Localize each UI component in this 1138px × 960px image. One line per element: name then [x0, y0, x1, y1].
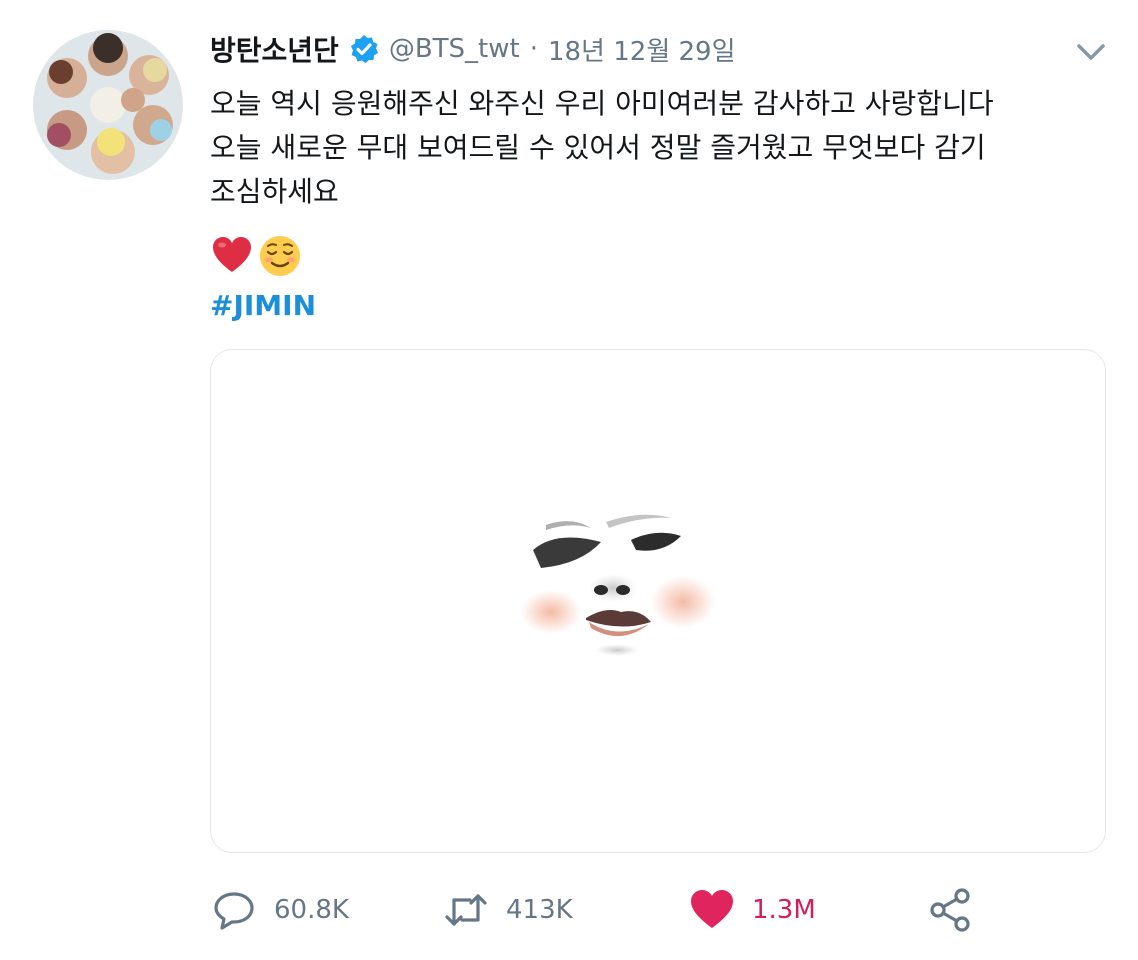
tweet-text-line: 오늘 역시 응원해주신 와주신 우리 아미여러분 감사하고 사랑합니다: [210, 87, 994, 120]
reply-button[interactable]: 60.8K: [210, 880, 349, 940]
profile-avatar[interactable]: [33, 30, 183, 180]
relieved-face-emoji: [260, 236, 300, 276]
face-drawing: [521, 514, 715, 656]
reply-icon: [214, 892, 254, 930]
tweet-date[interactable]: 18년 12월 29일: [548, 31, 736, 68]
hashtag-link[interactable]: #JIMIN: [210, 284, 316, 328]
separator-dot: ·: [529, 34, 538, 64]
tweet-image[interactable]: [210, 349, 1106, 853]
retweet-count: 413K: [506, 895, 573, 925]
verified-badge-icon: [348, 33, 380, 65]
retweet-button[interactable]: 413K: [442, 880, 573, 940]
author-name[interactable]: 방탄소년단: [210, 29, 339, 69]
tweet-header: 방탄소년단 @BTS_twt · 18년 12월 29일: [210, 28, 736, 70]
tweet-text-line: 조심하세요: [210, 175, 339, 208]
tweet-text: 오늘 역시 응원해주신 와주신 우리 아미여러분 감사하고 사랑합니다 오늘 새…: [210, 82, 1110, 214]
heart-emoji: [213, 237, 251, 272]
share-icon: [930, 888, 970, 932]
share-button[interactable]: [926, 880, 974, 940]
tweet-text-line: 오늘 새로운 무대 보여드릴 수 있어서 정말 즐거웠고 무엇보다 감기: [210, 131, 986, 164]
like-button[interactable]: 1.3M: [688, 880, 816, 940]
like-heart-icon: [691, 890, 733, 928]
author-handle[interactable]: @BTS_twt: [389, 34, 520, 64]
reply-count: 60.8K: [274, 895, 349, 925]
retweet-icon: [445, 894, 487, 926]
chevron-down-icon[interactable]: [1072, 38, 1110, 66]
emoji-row: [210, 234, 302, 278]
like-count: 1.3M: [752, 895, 816, 925]
